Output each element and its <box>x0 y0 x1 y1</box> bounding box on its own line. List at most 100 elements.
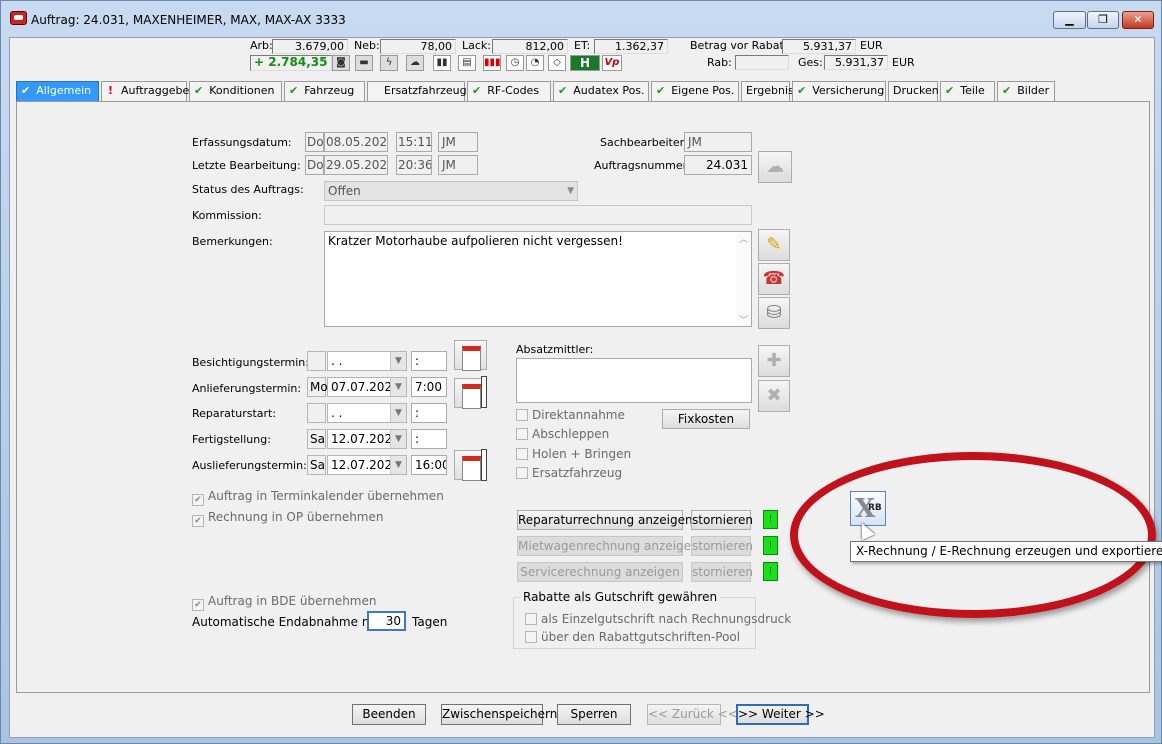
checkbox-label: über den Rabattgutschriften-Pool <box>541 630 741 644</box>
database-button[interactable]: ⛁ <box>758 297 790 329</box>
calendar-button[interactable] <box>454 340 487 371</box>
document-icon[interactable]: ▤ <box>458 55 476 71</box>
close-button[interactable]: ✕ <box>1122 11 1154 29</box>
storno-rep-button[interactable]: stornieren <box>691 510 753 530</box>
anlieferung-date[interactable]: 07.07.2025 ▼ <box>327 377 407 397</box>
neb-label: Neb: <box>354 39 380 52</box>
cloud-icon[interactable]: ☁ <box>406 55 424 71</box>
diamond-icon[interactable]: ◇ <box>548 55 566 71</box>
tab-check-icon: ✔ <box>656 84 666 97</box>
checkbox-box <box>516 467 528 479</box>
h-icon[interactable]: H <box>570 55 600 71</box>
sperren-button[interactable]: Sperren <box>557 704 631 725</box>
vp-icon[interactable]: Vp <box>602 55 622 71</box>
auftragsnummer-label: Auftragsnummer: <box>594 159 691 172</box>
timer-icon[interactable]: ◔ <box>526 55 544 71</box>
servicerechnung-button[interactable]: Servicerechnung anzeigen <box>517 562 683 582</box>
tab-auftraggeber[interactable]: ! Auftraggeber <box>101 81 194 101</box>
abschleppen-checkbox[interactable]: Abschleppen <box>516 427 609 441</box>
tab-versicherung[interactable]: ✔ Versicherung <box>792 81 886 101</box>
checkbox-box: ✔ <box>192 515 204 527</box>
reparaturstart-time[interactable]: : <box>411 403 447 423</box>
checkbox-label: Rechnung in OP übernehmen <box>208 510 384 524</box>
cloud-upload-button[interactable]: ☁ <box>758 151 792 183</box>
tab-audatex-pos[interactable]: ✔ Audatex Pos. <box>553 81 649 101</box>
zwischenspeichern-button[interactable]: Zwischenspeichern <box>441 704 557 725</box>
endabnahme-input[interactable]: 30 <box>367 611 406 631</box>
clock-icon[interactable]: ◷ <box>506 55 524 71</box>
tab-eigene-pos[interactable]: ✔ Eigene Pos. <box>651 81 739 101</box>
tab-drucken[interactable]: Drucken <box>888 81 939 101</box>
sachbearbeiter-label: Sachbearbeiter: <box>600 136 688 149</box>
add-button[interactable]: ✚ <box>758 345 790 377</box>
einzelgutschrift-checkbox[interactable]: als Einzelgutschrift nach Rechnungsdruck <box>525 612 791 626</box>
tab-konditionen[interactable]: ✔ Konditionen <box>189 81 282 101</box>
checkbox-label: Ersatzfahrzeug <box>532 466 623 480</box>
rab-value <box>735 55 789 70</box>
calendar-indicator <box>481 376 487 408</box>
kommission-input[interactable] <box>324 205 752 225</box>
tab-bilder[interactable]: ✔ Bilder <box>997 81 1055 101</box>
camera-icon[interactable]: ◙ <box>332 55 350 71</box>
anlieferung-time[interactable]: 7:00 <box>411 377 447 397</box>
tab-ersatzfahrzeug[interactable]: Ersatzfahrzeug <box>367 81 467 101</box>
stripes-icon[interactable]: ▮▮▮ <box>483 55 501 71</box>
remove-button[interactable]: ✖ <box>758 380 790 412</box>
minimize-button[interactable]: ▁ <box>1053 11 1086 29</box>
bde-checkbox[interactable]: ✔ Auftrag in BDE übernehmen <box>192 594 376 611</box>
checkbox-box: ✔ <box>192 494 204 506</box>
rabatte-title: Rabatte als Gutschrift gewähren <box>520 590 721 604</box>
pool-checkbox[interactable]: über den Rabattgutschriften-Pool <box>525 630 740 644</box>
checkbox-label: Holen + Bringen <box>532 447 632 461</box>
erfassung-dow: Do <box>305 132 324 152</box>
fertigstellung-time[interactable]: : <box>411 429 447 449</box>
title-bar[interactable]: Auftrag: 24.031, MAXENHEIMER, MAX, MAX-A… <box>1 1 1161 37</box>
maximize-button[interactable]: ❐ <box>1087 11 1119 29</box>
ges-value: 5.931,37 <box>824 55 888 70</box>
lightning-icon[interactable]: ϟ <box>380 55 398 71</box>
tab-teile[interactable]: ✔ Teile <box>940 81 995 101</box>
chevron-down-icon: ▼ <box>390 352 406 370</box>
et-value: 1.362,37 <box>594 39 668 54</box>
tab-allgemein[interactable]: ✔ Allgemein <box>16 81 99 101</box>
checkbox-label: Abschleppen <box>532 427 610 441</box>
ges-label: Ges: <box>798 56 823 69</box>
auslieferung-date[interactable]: 12.07.2025 ▼ <box>327 455 407 475</box>
holen-bringen-checkbox[interactable]: Holen + Bringen <box>516 447 631 461</box>
bar-chart-icon[interactable]: ▮▮ <box>433 55 451 71</box>
phone-button[interactable]: ☎ <box>758 263 790 295</box>
bemerkungen-textarea[interactable]: Kratzer Motorhaube aufpolieren nicht ver… <box>324 231 752 327</box>
erfassung-date: 08.05.2025 <box>324 132 388 152</box>
auslieferung-time[interactable]: 16:00 <box>411 455 447 475</box>
storno-service-button[interactable]: stornieren <box>691 562 753 582</box>
betrag-currency: EUR <box>860 39 883 52</box>
absatz-list[interactable] <box>516 358 752 403</box>
mietwagenrechnung-button[interactable]: Mietwagenrechnung anzeigen <box>517 536 699 556</box>
zurueck-button[interactable]: << Zurück << <box>647 704 738 725</box>
car-icon[interactable]: ▬ <box>355 55 373 71</box>
ersatzfahrzeug-checkbox[interactable]: Ersatzfahrzeug <box>516 466 622 480</box>
besichtigung-time[interactable]: : <box>411 351 447 371</box>
op-checkbox[interactable]: ✔ Rechnung in OP übernehmen <box>192 510 383 527</box>
terminkalender-checkbox[interactable]: ✔ Auftrag in Terminkalender übernehmen <box>192 489 444 506</box>
status-select[interactable]: Offen ▼ <box>324 181 578 201</box>
tab-ergebnis[interactable]: Ergebnis <box>741 81 794 101</box>
beenden-button[interactable]: Beenden <box>352 704 426 725</box>
checkbox-label: als Einzelgutschrift nach Rechnungsdruck <box>541 612 792 626</box>
tab-rf-codes[interactable]: ✔ RF-Codes <box>467 81 551 101</box>
storno-miet-button[interactable]: stornieren <box>691 536 753 556</box>
bemerkungen-scrollbar[interactable]: ︿ ﹀ <box>736 232 751 326</box>
tab-label: RF-Codes <box>487 84 540 97</box>
edit-pencil-button[interactable]: ✎ <box>758 229 790 261</box>
fixkosten-button[interactable]: Fixkosten <box>662 409 750 429</box>
lack-label: Lack: <box>462 39 491 52</box>
reparaturstart-date[interactable]: . . ▼ <box>327 403 407 423</box>
weiter-button[interactable]: >> Weiter >> <box>736 704 825 725</box>
reparaturrechnung-button[interactable]: Reparaturrechnung anzeigen <box>517 510 693 530</box>
tab-fahrzeug[interactable]: ✔ Fahrzeug <box>284 81 365 101</box>
sachbearbeiter-value: JM <box>684 132 752 152</box>
besichtigung-date[interactable]: . . ▼ <box>327 351 407 371</box>
chevron-down-icon: ▼ <box>567 186 574 196</box>
direktannahme-checkbox[interactable]: Direktannahme <box>516 408 625 422</box>
fertigstellung-date[interactable]: 12.07.2025 ▼ <box>327 429 407 449</box>
